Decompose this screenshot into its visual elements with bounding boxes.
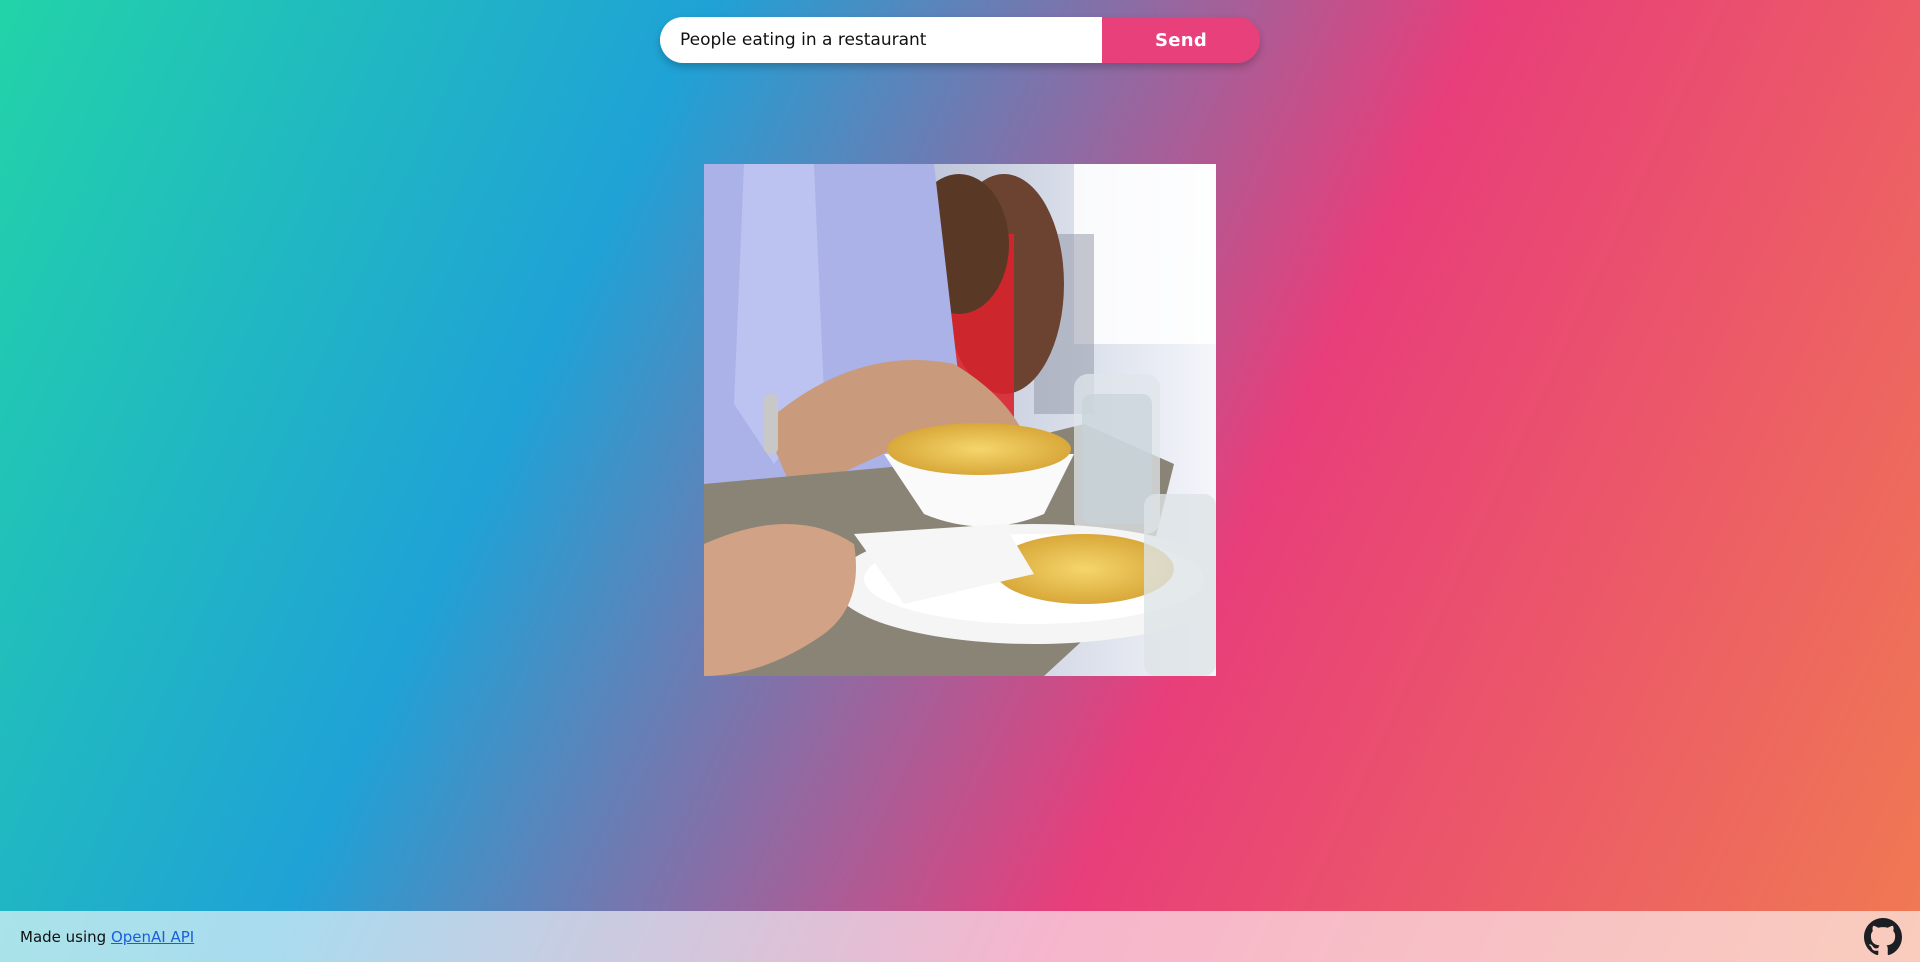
footer: Made using OpenAI API [0,911,1920,962]
prompt-bar: Send [660,17,1260,63]
generated-image [704,164,1216,676]
github-link[interactable] [1864,917,1902,956]
footer-made-using-text: Made using [20,927,111,946]
send-button[interactable]: Send [1102,17,1260,63]
footer-credit: Made using OpenAI API [20,928,194,946]
prompt-input[interactable] [660,17,1102,63]
openai-api-link[interactable]: OpenAI API [111,928,194,946]
github-icon [1864,917,1902,955]
generated-image-illustration [704,164,1216,676]
